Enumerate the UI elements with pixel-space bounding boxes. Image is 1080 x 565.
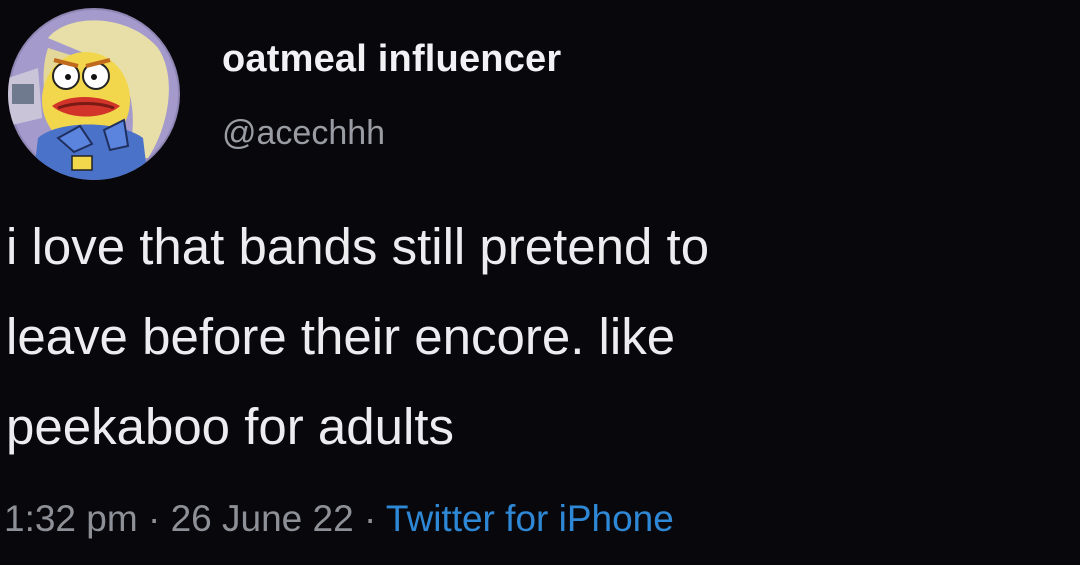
avatar[interactable] xyxy=(8,8,180,180)
tweet-text-line: leave before their encore. like xyxy=(6,308,676,365)
user-handle[interactable]: @acechhh xyxy=(222,114,385,153)
tweet-meta: 1:32 pm · 26 June 22 · Twitter for iPhon… xyxy=(4,498,674,540)
display-name[interactable]: oatmeal influencer xyxy=(222,38,561,81)
tweet-text-line: i love that bands still pretend to xyxy=(6,218,710,275)
tweet-time[interactable]: 1:32 pm xyxy=(4,498,138,539)
tweet-source-link[interactable]: Twitter for iPhone xyxy=(386,498,674,539)
tweet-card: oatmeal influencer @acechhh i love that … xyxy=(0,0,1080,565)
cartoon-avatar-icon xyxy=(8,8,180,180)
tweet-text: i love that bands still pretend to leave… xyxy=(6,202,1066,472)
tweet-date[interactable]: 26 June 22 xyxy=(171,498,354,539)
tweet-text-line: peekaboo for adults xyxy=(6,398,454,455)
meta-separator: · xyxy=(137,498,171,539)
meta-separator: · xyxy=(353,498,386,539)
